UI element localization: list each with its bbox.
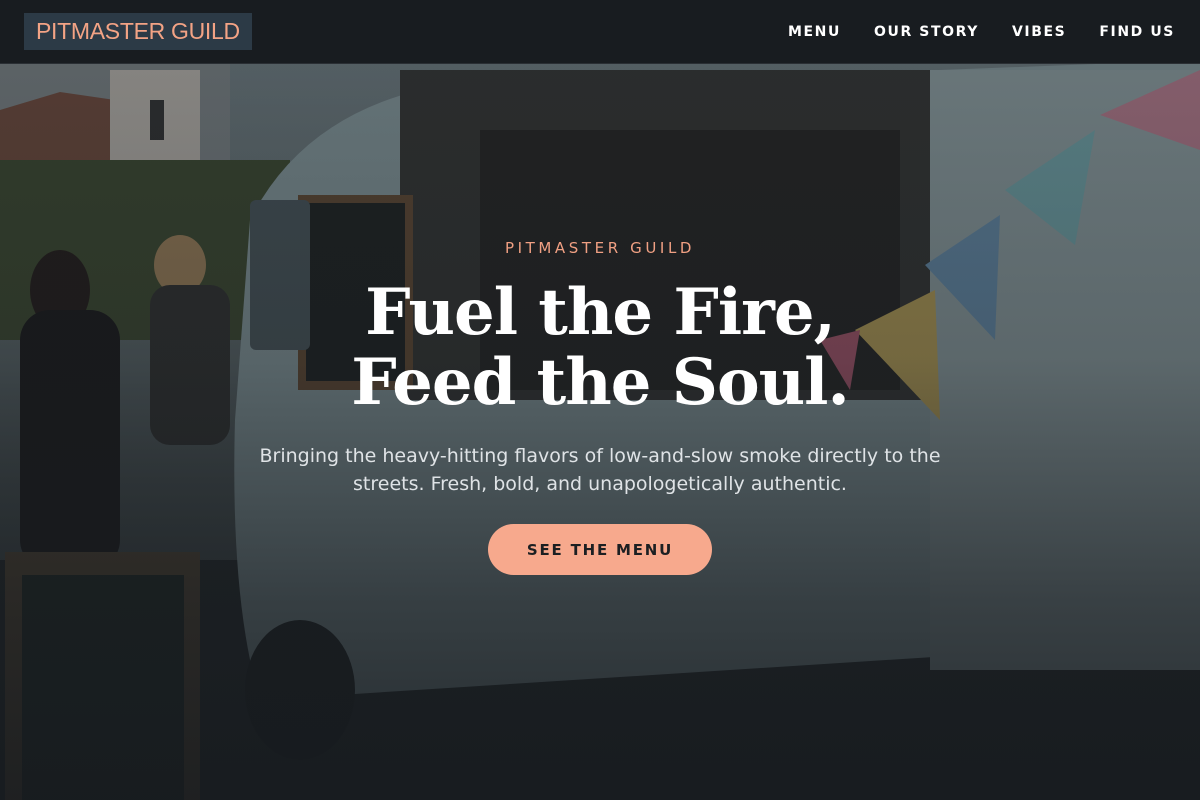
hero-headline-line-1: Fuel the Fire,	[365, 275, 836, 350]
logo-link[interactable]: PITMASTER GUILD	[24, 13, 252, 50]
nav-link-our-story[interactable]: OUR STORY	[874, 24, 979, 40]
hero-headline-line-2: Feed the Soul.	[351, 345, 850, 420]
nav-link-vibes[interactable]: VIBES	[1012, 24, 1066, 40]
hero-subtext: Bringing the heavy-hitting flavors of lo…	[259, 445, 941, 495]
see-the-menu-button[interactable]: SEE THE MENU	[488, 524, 712, 575]
page: PITMASTER GUILD MENU OUR STORY VIBES FIN…	[0, 0, 1200, 800]
nav-link-menu[interactable]: MENU	[788, 24, 841, 40]
hero-eyebrow: PITMASTER GUILD	[504, 239, 696, 257]
site-header: PITMASTER GUILD MENU OUR STORY VIBES FIN…	[0, 0, 1200, 64]
hero-section: PITMASTER GUILD Fuel the Fire, Feed the …	[0, 64, 1200, 800]
main-nav: MENU OUR STORY VIBES FIND US	[788, 0, 1175, 64]
nav-link-find-us[interactable]: FIND US	[1099, 24, 1175, 40]
hero-headline: Fuel the Fire, Feed the Soul.	[200, 278, 1000, 418]
